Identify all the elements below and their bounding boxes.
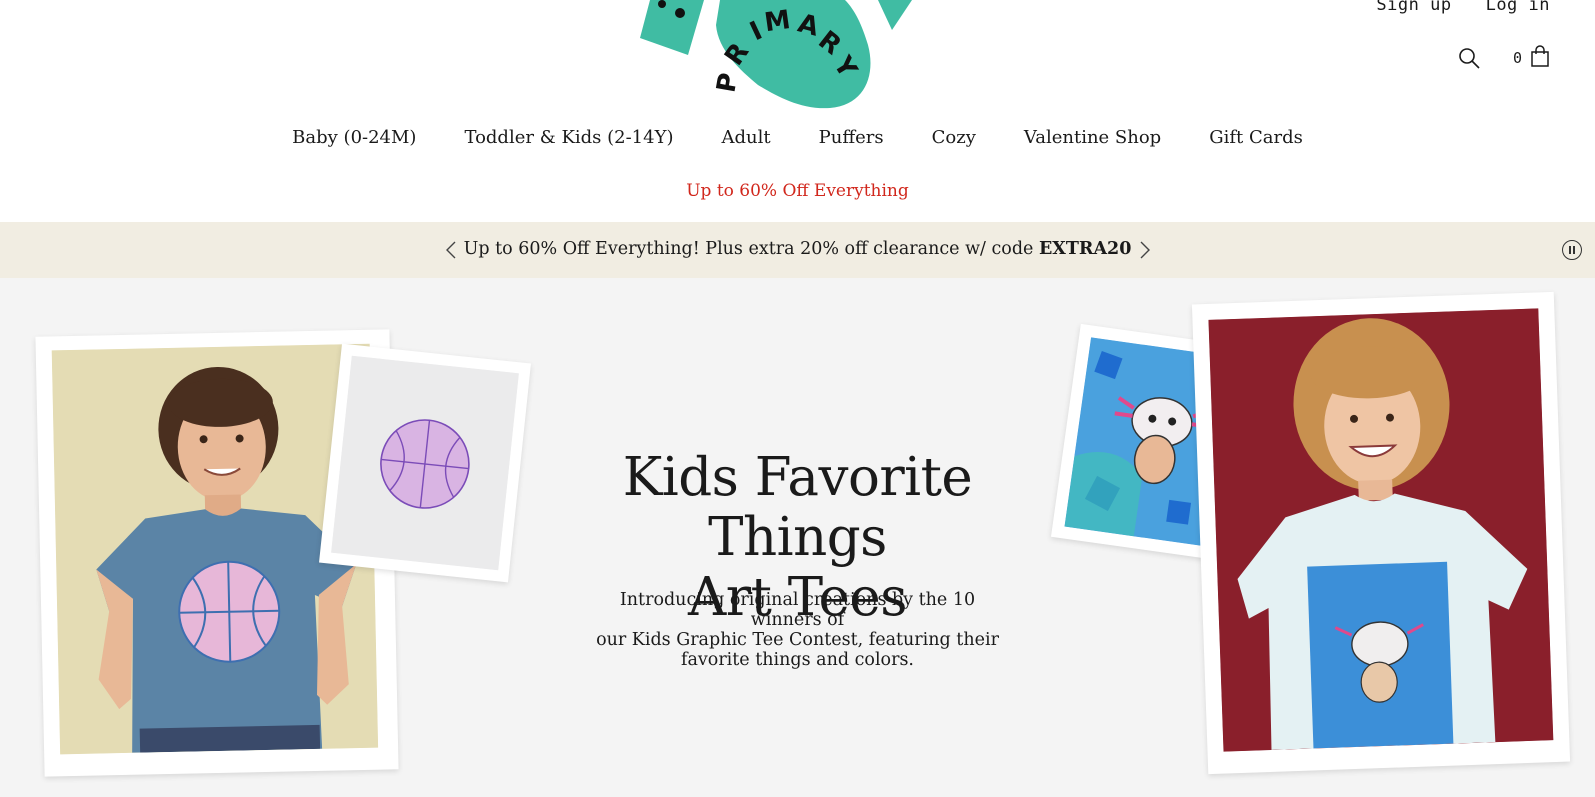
site-header: P R I M A R Y Sign up Log in 0 Baby (0-2… bbox=[0, 0, 1595, 222]
search-icon[interactable] bbox=[1457, 46, 1481, 70]
photo-boy-axolotl-tee bbox=[1191, 291, 1571, 775]
main-nav: Baby (0-24M) Toddler & Kids (2-14Y) Adul… bbox=[0, 127, 1595, 148]
announcement-bar: Up to 60% Off Everything! Plus extra 20%… bbox=[0, 222, 1595, 278]
nav-cozy[interactable]: Cozy bbox=[932, 127, 976, 148]
hero-subtitle-line-1: Introducing original creations by the 10… bbox=[619, 590, 976, 630]
cart-count: 0 bbox=[1512, 49, 1522, 67]
svg-text:M: M bbox=[763, 5, 793, 38]
sale-promo-link[interactable]: Up to 60% Off Everything bbox=[0, 181, 1595, 201]
promo-code: EXTRA20 bbox=[1038, 239, 1132, 259]
boy-axolotl-photo bbox=[1208, 308, 1554, 752]
announcement-text: Up to 60% Off Everything! Plus extra 20%… bbox=[0, 239, 1595, 259]
nav-baby[interactable]: Baby (0-24M) bbox=[292, 127, 416, 148]
pause-icon[interactable] bbox=[1562, 240, 1582, 260]
nav-valentine-shop[interactable]: Valentine Shop bbox=[1024, 127, 1161, 148]
hero-banner[interactable]: Kids Favorite Things Art Tees Introducin… bbox=[0, 278, 1595, 797]
shopping-bag-icon bbox=[1530, 45, 1550, 71]
header-tools: 0 bbox=[1457, 45, 1550, 71]
announcement-message: Up to 60% Off Everything! Plus extra 20%… bbox=[463, 239, 1039, 259]
nav-adult[interactable]: Adult bbox=[722, 127, 771, 148]
nav-gift-cards[interactable]: Gift Cards bbox=[1209, 127, 1303, 148]
signup-link[interactable]: Sign up bbox=[1376, 0, 1451, 15]
basketball-drawing-photo bbox=[331, 355, 519, 571]
login-link[interactable]: Log in bbox=[1486, 0, 1550, 15]
drawing-basketball bbox=[319, 343, 531, 583]
hero-subtitle-line-2: our Kids Graphic Tee Contest, featuring … bbox=[596, 630, 999, 650]
nav-puffers[interactable]: Puffers bbox=[819, 127, 884, 148]
cart-button[interactable]: 0 bbox=[1513, 45, 1550, 71]
hero-title-line-1: Kids Favorite Things bbox=[622, 447, 973, 568]
brand-logo[interactable]: P R I M A R Y bbox=[640, 0, 940, 112]
hero-subtitle-line-3: favorite things and colors. bbox=[680, 650, 914, 670]
chevron-right-icon[interactable] bbox=[1134, 239, 1154, 261]
hero-subtitle: Introducing original creations by the 10… bbox=[585, 590, 1010, 670]
svg-text:P: P bbox=[711, 71, 744, 95]
account-links: Sign up Log in bbox=[1376, 0, 1550, 15]
nav-toddler-kids[interactable]: Toddler & Kids (2-14Y) bbox=[464, 127, 673, 148]
